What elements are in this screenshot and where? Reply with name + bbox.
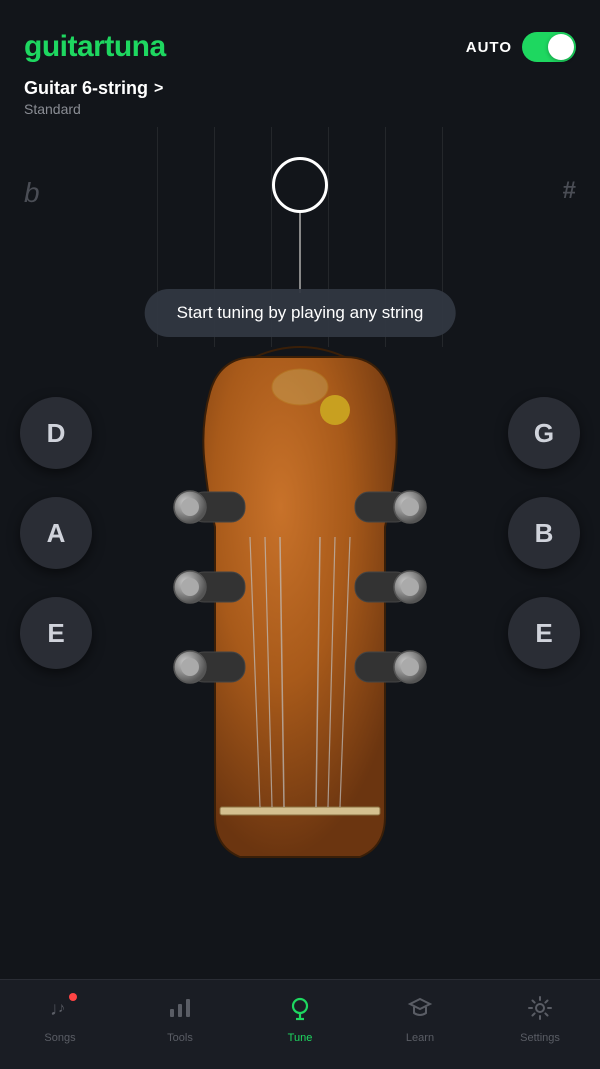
svg-text:♪: ♪ [58,999,65,1015]
settings-icon [527,995,553,1028]
string-button-E-high[interactable]: E [508,597,580,669]
string-button-A[interactable]: A [20,497,92,569]
tools-icon [167,995,193,1028]
auto-toggle[interactable] [522,32,576,62]
learn-icon [407,995,433,1028]
string-buttons-left: D A E [20,397,92,669]
tune-icon [287,995,313,1028]
string-buttons-right: G B E [508,397,580,669]
string-button-G[interactable]: G [508,397,580,469]
tuning-label: Standard [24,101,576,117]
nav-item-tools[interactable]: Tools [140,995,220,1044]
tuner-area: b # Start tuning by playing any string [0,127,600,347]
app-logo: guitartuna [24,30,166,64]
sharp-symbol[interactable]: # [563,177,576,205]
tuner-needle [299,213,301,293]
settings-label: Settings [520,1032,560,1044]
tools-label: Tools [167,1032,193,1044]
songs-icon: ♩ ♪ [47,995,73,1028]
nav-item-tune[interactable]: Tune [260,995,340,1044]
instrument-name-text: Guitar 6-string [24,78,148,99]
string-button-D[interactable]: D [20,397,92,469]
songs-label: Songs [44,1032,75,1044]
string-button-B[interactable]: B [508,497,580,569]
hint-text: Start tuning by playing any string [177,303,424,322]
chevron-right-icon: > [154,80,163,98]
nav-item-songs[interactable]: ♩ ♪ Songs [20,995,100,1044]
songs-notification-dot [69,993,77,1001]
hint-box: Start tuning by playing any string [145,289,456,337]
tuner-indicator [272,157,328,293]
guitar-section: D A E [0,337,600,867]
instrument-selector[interactable]: Guitar 6-string > [24,78,576,99]
nav-item-settings[interactable]: Settings [500,995,580,1044]
bottom-navigation: ♩ ♪ Songs Tools Tune [0,979,600,1069]
auto-label: AUTO [466,39,512,56]
nav-item-learn[interactable]: Learn [380,995,460,1044]
toggle-thumb [548,34,574,60]
instrument-section: Guitar 6-string > Standard [0,74,600,117]
headstock-container [160,337,440,867]
auto-section: AUTO [466,32,576,62]
logo-guitar: guitar [24,30,104,63]
logo-tuna: tuna [104,30,165,63]
flat-symbol[interactable]: b [24,177,40,209]
header: guitartuna AUTO [0,0,600,74]
headstock-svg [160,337,440,867]
gold-dot-indicator [320,395,350,425]
learn-label: Learn [406,1032,434,1044]
tune-label: Tune [288,1032,313,1044]
tuner-circle [272,157,328,213]
string-button-E-low[interactable]: E [20,597,92,669]
